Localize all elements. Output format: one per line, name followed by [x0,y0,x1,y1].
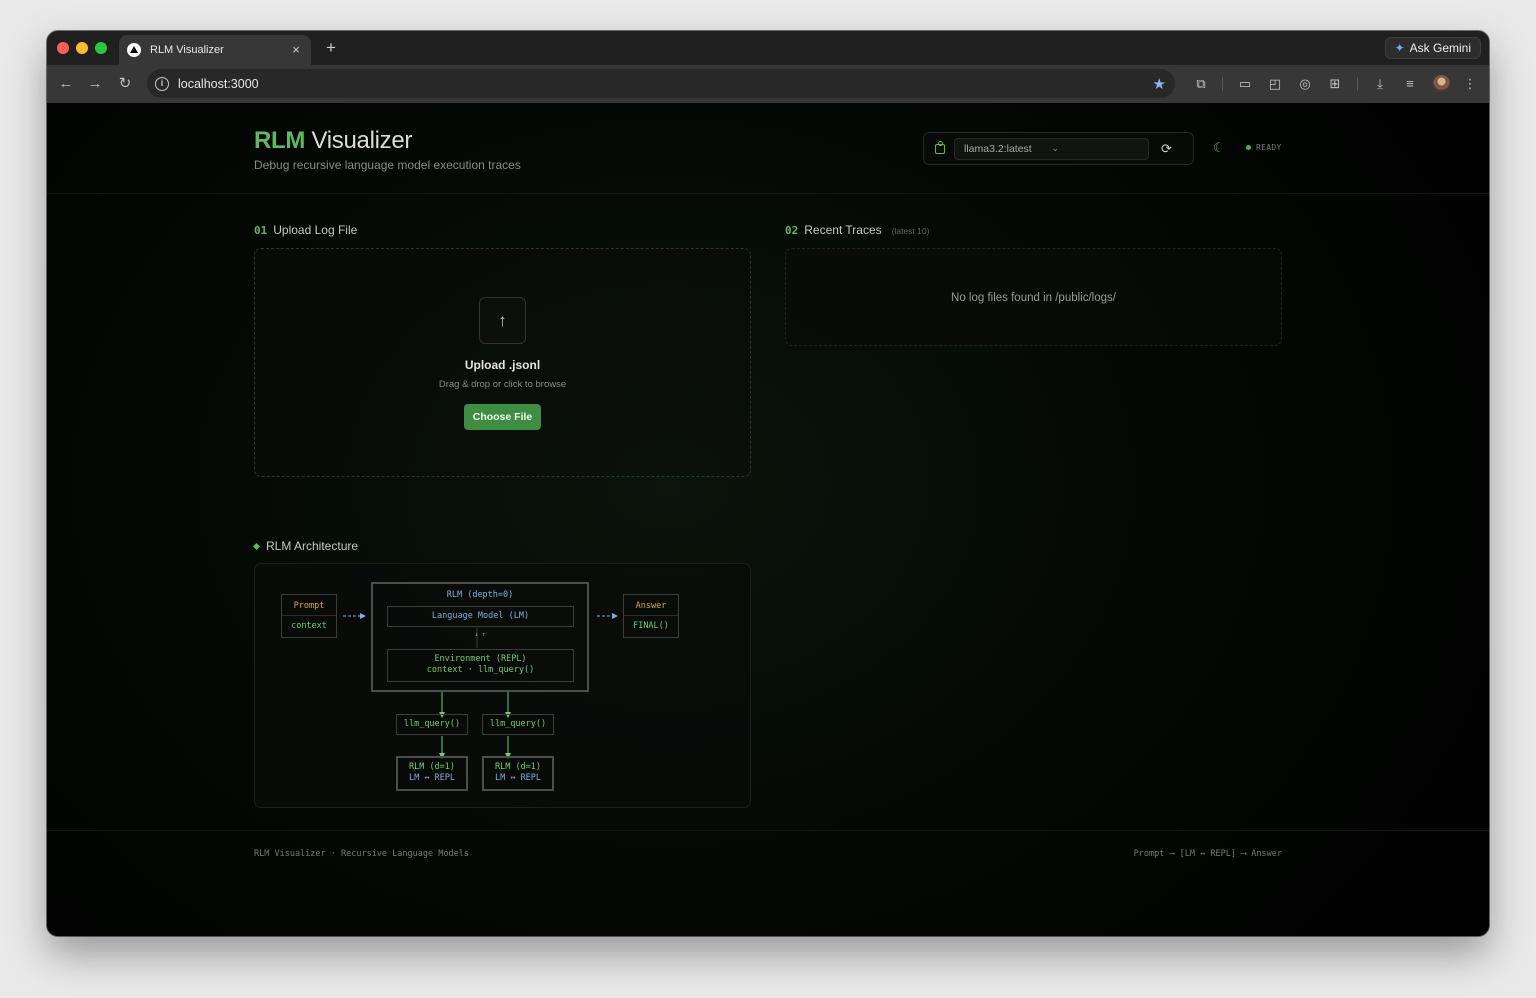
toolbar-divider [1357,77,1358,91]
answer-sub: FINAL() [633,621,669,631]
url-text[interactable]: localhost:3000 [178,77,1153,91]
child-rlm-left-node: RLM (d=1) LM ↔ REPL [396,756,468,791]
lens-icon[interactable]: ◎ [1296,75,1314,93]
upload-section-title: 01 Upload Log File [254,223,357,237]
gemini-sparkle-icon: ✦ [1394,41,1405,55]
page-content: RLM Visualizer Debug recursive language … [47,103,1489,936]
section-label: Upload Log File [273,223,358,237]
upload-arrow-icon: ↑ [479,297,526,344]
choose-file-button[interactable]: Choose File [464,404,541,430]
upload-title: Upload .jsonl [464,358,541,372]
lm-env-arrows: ↓ ↑ [474,631,486,638]
footer-left: RLM Visualizer · Recursive Language Mode… [254,849,469,859]
section-number: 02 [785,224,799,237]
app-title: RLM Visualizer [254,127,412,155]
favicon-icon [127,43,141,57]
new-tab-button[interactable]: + [321,38,341,58]
child-right-line-2: LM ↔ REPL [494,773,542,783]
more-menu-icon[interactable]: ⋮ [1461,75,1479,93]
robot-icon [935,140,945,154]
download-icon[interactable]: ⤓ [1371,75,1389,93]
tab-search-icon[interactable]: ▭ [1236,75,1254,93]
tab-title: RLM Visualizer [150,44,224,56]
rlm-root-label: RLM (depth=0) [446,590,514,600]
back-arrow-icon[interactable]: ← [57,75,75,93]
maximize-window-button[interactable] [95,42,107,54]
ask-gemini-label: Ask Gemini [1409,41,1471,55]
chevron-down-icon: ⌄ [1051,143,1060,153]
env-line-2: context · llm_query() [426,665,535,675]
address-bar[interactable]: i localhost:3000 ★ [147,69,1175,98]
title-rest: Visualizer [305,127,413,154]
child-left-line-1: RLM (d=1) [408,762,456,772]
traces-section-title: 02 Recent Traces (latest 10) [785,223,929,237]
answer-node: Answer FINAL() [623,594,679,638]
lm-node: Language Model (LM) [387,606,574,627]
tab-close-icon[interactable]: × [289,43,303,57]
model-select-value: llama3.2:latest [964,142,1032,155]
browser-window: RLM Visualizer × + ✦ Ask Gemini ← → ↻ i … [47,31,1489,936]
status-dot [1246,145,1251,150]
upload-subtitle: Drag & drop or click to browse [438,379,567,390]
traces-note: (latest 10) [891,226,930,236]
bookmark-star-icon[interactable]: ★ [1153,75,1166,93]
architecture-diagram: Prompt context RLM (depth=0) Language Mo… [254,563,751,808]
refresh-models-icon[interactable]: ⟳ [1161,141,1172,157]
section-number: 01 [254,224,268,237]
footer-right: Prompt ⟶ [LM ↔ REPL] ⟶ Answer [1133,849,1282,859]
browser-toolbar: ← → ↻ i localhost:3000 ★ ⧉ ▭ ◰ ◎ ⊞ ⤓ ≡ ⋮ [47,65,1489,103]
model-select[interactable]: llama3.2:latest ⌄ [954,137,1149,160]
env-line-1: Environment (REPL) [434,654,527,664]
environment-node: Environment (REPL) context · llm_query() [387,649,574,682]
ask-gemini-button[interactable]: ✦ Ask Gemini [1384,37,1481,59]
llm-query-right-node: llm_query() [482,714,554,735]
tab-bar: RLM Visualizer × + ✦ Ask Gemini [47,31,1489,65]
reading-list-icon[interactable]: ≡ [1401,75,1419,93]
diamond-icon [252,542,261,550]
upload-dropzone[interactable]: ↑ Upload .jsonl Drag & drop or click to … [254,248,751,477]
toolbar-divider [1222,77,1223,91]
prompt-node: Prompt context [281,594,337,638]
section-label: Recent Traces [804,223,882,237]
recent-traces-list: No log files found in /public/logs/ [785,248,1282,346]
architecture-label: RLM Architecture [266,539,359,553]
cast-icon[interactable]: ◰ [1266,75,1284,93]
minimize-window-button[interactable] [76,42,88,54]
theme-toggle-moon-icon[interactable]: ☾ [1213,140,1225,156]
model-picker: llama3.2:latest ⌄ ⟳ [923,132,1194,165]
child-rlm-right-node: RLM (d=1) LM ↔ REPL [482,756,554,791]
app-subtitle: Debug recursive language model execution… [254,158,521,172]
forward-arrow-icon[interactable]: → [86,75,104,93]
answer-label: Answer [624,595,678,616]
site-info-icon[interactable]: i [155,76,169,91]
browser-tab[interactable]: RLM Visualizer × [119,35,311,65]
traces-empty-message: No log files found in /public/logs/ [951,292,1116,304]
app-header: RLM Visualizer Debug recursive language … [47,103,1489,194]
rlm-root-node: RLM (depth=0) Language Model (LM) ↓ ↑ En… [371,582,589,692]
child-left-line-2: LM ↔ REPL [408,773,456,783]
translate-icon[interactable]: ⊞ [1326,75,1344,93]
prompt-label: Prompt [282,595,336,616]
profile-avatar[interactable] [1433,75,1450,92]
brand-name: RLM [254,127,306,154]
reload-icon[interactable]: ↻ [116,75,134,93]
close-window-button[interactable] [57,42,69,54]
llm-query-left-node: llm_query() [396,714,468,735]
app-footer: RLM Visualizer · Recursive Language Mode… [47,830,1489,936]
status-text: READY [1256,143,1282,152]
child-right-line-1: RLM (d=1) [494,762,542,772]
extensions-puzzle-icon[interactable]: ⧉ [1192,75,1210,93]
prompt-sub: context [291,621,327,631]
status-indicator: READY [1246,143,1282,152]
architecture-title: RLM Architecture [252,539,359,553]
